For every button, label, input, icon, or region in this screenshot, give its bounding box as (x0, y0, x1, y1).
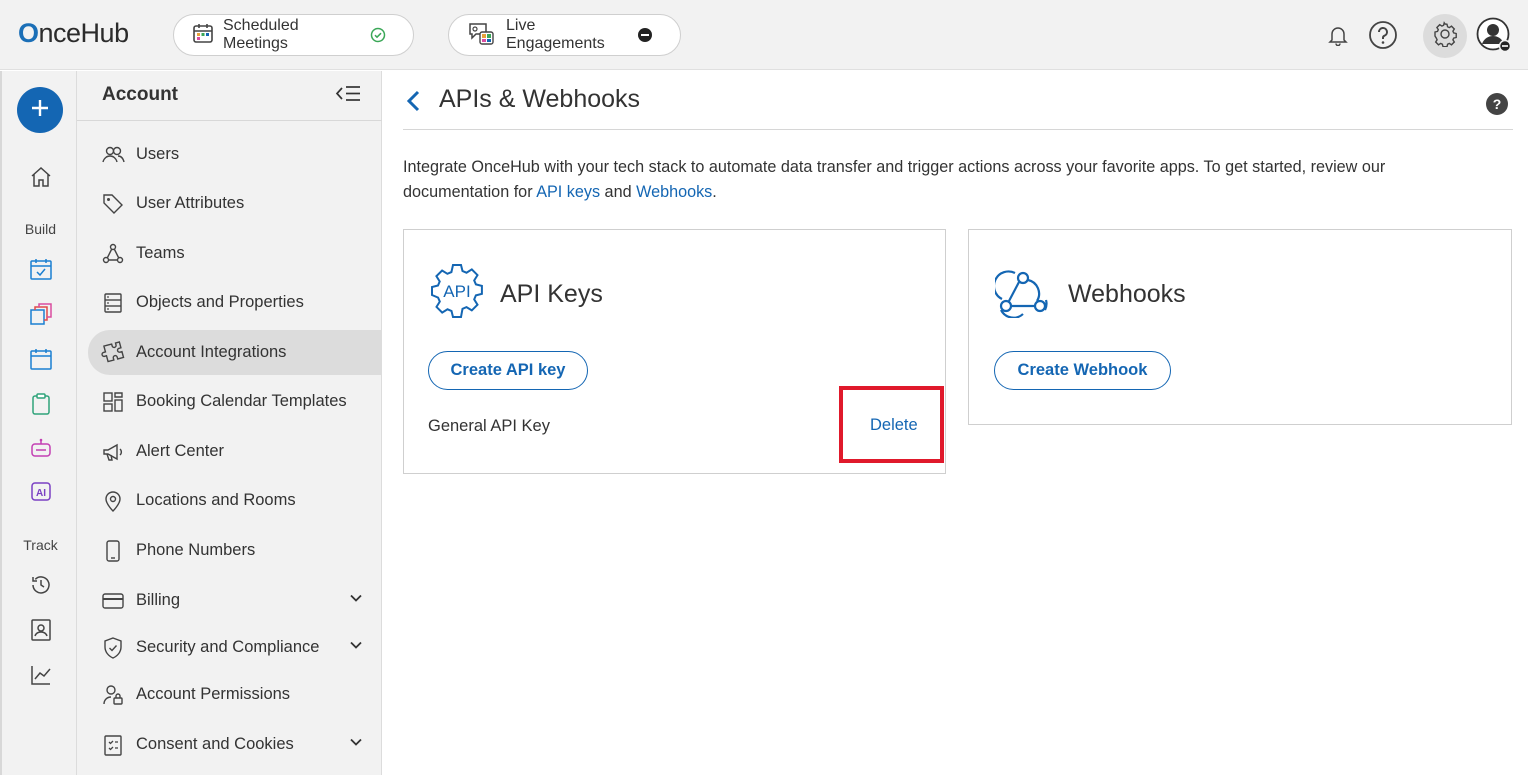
home-icon[interactable] (28, 164, 54, 190)
sidebar-item-label: Booking Calendar Templates (136, 392, 347, 410)
api-keys-title: API Keys (500, 280, 603, 308)
shield-icon (101, 636, 125, 660)
minus-circle-icon (637, 27, 662, 43)
phone-icon (101, 539, 125, 563)
settings-button[interactable] (1423, 14, 1467, 58)
sidebar-item-label: Security and Compliance (136, 638, 320, 656)
top-bar: OnceHub Scheduled Meetings Live Engageme… (0, 0, 1528, 70)
create-button[interactable] (17, 87, 63, 133)
sidebar-title: Account (102, 84, 178, 105)
contacts-icon[interactable] (28, 617, 54, 643)
logo-text: nceHub (38, 18, 130, 48)
chevron-down-icon[interactable] (348, 734, 364, 755)
sidebar-item-label: Locations and Rooms (136, 491, 296, 509)
sidebar-item-booking-calendar-templates[interactable]: Booking Calendar Templates (88, 379, 382, 424)
location-pin-icon (101, 489, 125, 513)
sidebar-item-objects-and-properties[interactable]: Objects and Properties (88, 280, 382, 325)
webhooks-title: Webhooks (1068, 280, 1186, 308)
sidebar-item-users[interactable]: Users (88, 132, 382, 177)
track-section-label: Track (23, 537, 58, 553)
sidebar-item-label: Users (136, 145, 180, 163)
page-title: APIs & Webhooks (439, 85, 641, 113)
logo-letter: O (18, 18, 39, 48)
ai-agent-icon[interactable]: AI (28, 479, 54, 505)
puzzle-icon (101, 340, 125, 365)
profile-avatar-icon[interactable] (1474, 15, 1514, 55)
webhooks-card: Webhooks Create Webhook (968, 229, 1512, 425)
objects-icon (101, 291, 125, 315)
chatbot-icon[interactable] (28, 436, 54, 462)
collapse-sidebar-icon[interactable] (335, 83, 361, 107)
create-webhook-button[interactable]: Create Webhook (994, 351, 1171, 390)
forms-icon[interactable] (28, 391, 54, 417)
sidebar-item-label: Billing (136, 591, 181, 609)
sidebar-item-account-integrations[interactable]: Account Integrations (88, 330, 382, 375)
oncehub-logo[interactable]: OnceHub (18, 18, 129, 49)
sidebar-item-account-permissions[interactable]: Account Permissions (88, 672, 382, 717)
scheduled-meetings-label: Scheduled Meetings (223, 17, 299, 52)
left-navigation-rail: Build AI Track (0, 71, 77, 775)
webhooks-icon (992, 266, 1051, 323)
create-api-key-button[interactable]: Create API key (428, 351, 588, 390)
pages-icon[interactable] (28, 301, 54, 327)
title-divider (403, 129, 1513, 130)
sidebar-item-label: Account Permissions (136, 685, 291, 703)
sidebar-item-label: Consent and Cookies (136, 735, 294, 753)
analytics-icon[interactable] (28, 662, 54, 688)
teams-icon (101, 242, 125, 266)
svg-text:API: API (443, 282, 470, 301)
plus-icon (29, 97, 51, 124)
intro-text-part: . (712, 183, 717, 201)
delete-highlight-annotation (839, 386, 944, 463)
chevron-down-icon[interactable] (348, 637, 364, 658)
user-lock-icon (101, 683, 125, 707)
intro-text: Integrate OnceHub with your tech stack t… (403, 155, 1443, 205)
tag-icon (101, 192, 125, 216)
calendar-icon (192, 22, 223, 49)
page-help-icon[interactable]: ? (1486, 93, 1508, 115)
svg-text:AI: AI (36, 488, 46, 499)
event-types-icon[interactable] (28, 346, 54, 372)
sidebar-item-user-attributes[interactable]: User Attributes (88, 181, 382, 226)
users-icon (101, 143, 125, 167)
sidebar-item-locations-and-rooms[interactable]: Locations and Rooms (88, 478, 382, 523)
webhooks-doc-link[interactable]: Webhooks (636, 183, 712, 201)
sidebar-item-label: Alert Center (136, 442, 225, 460)
history-icon[interactable] (28, 572, 54, 598)
chevron-down-icon[interactable] (348, 590, 364, 611)
sidebar-item-billing[interactable]: Billing (88, 578, 382, 623)
sidebar-item-label: Phone Numbers (136, 541, 256, 559)
live-chat-icon (467, 20, 506, 51)
check-circle-icon (370, 27, 395, 43)
gear-icon (1432, 20, 1458, 52)
back-arrow-icon[interactable] (405, 89, 423, 118)
live-engagements-label: Live Engagements (506, 17, 605, 52)
sidebar-item-alert-center[interactable]: Alert Center (88, 429, 382, 474)
sidebar-item-consent-and-cookies[interactable]: Consent and Cookies (88, 722, 382, 767)
clipboard-check-icon (101, 733, 125, 757)
main-content: APIs & Webhooks ? Integrate OnceHub with… (383, 71, 1528, 775)
help-icon[interactable] (1365, 17, 1401, 53)
sidebar-item-teams[interactable]: Teams (88, 231, 382, 276)
megaphone-icon (101, 440, 125, 464)
sidebar-item-security-and-compliance[interactable]: Security and Compliance (88, 625, 382, 670)
live-engagements-button[interactable]: Live Engagements (448, 14, 681, 56)
booking-calendar-icon[interactable] (28, 256, 54, 282)
sidebar-item-phone-numbers[interactable]: Phone Numbers (88, 528, 382, 573)
sidebar-item-label: Objects and Properties (136, 293, 304, 311)
build-section-label: Build (24, 221, 57, 237)
sidebar-item-label: Teams (136, 244, 185, 262)
sidebar-item-label: User Attributes (136, 194, 245, 212)
api-gear-icon: API (428, 262, 486, 325)
api-key-name: General API Key (428, 417, 550, 435)
scheduled-meetings-button[interactable]: Scheduled Meetings (173, 14, 414, 56)
bell-icon[interactable] (1320, 17, 1356, 53)
api-keys-doc-link[interactable]: API keys (536, 183, 600, 201)
credit-card-icon (101, 589, 125, 613)
account-sidebar: Account Users User Attributes Teams Obje… (77, 71, 382, 775)
sidebar-header: Account (77, 71, 382, 121)
sidebar-item-label: Account Integrations (136, 343, 287, 361)
intro-text-part: and (600, 183, 637, 201)
template-icon (101, 390, 125, 414)
